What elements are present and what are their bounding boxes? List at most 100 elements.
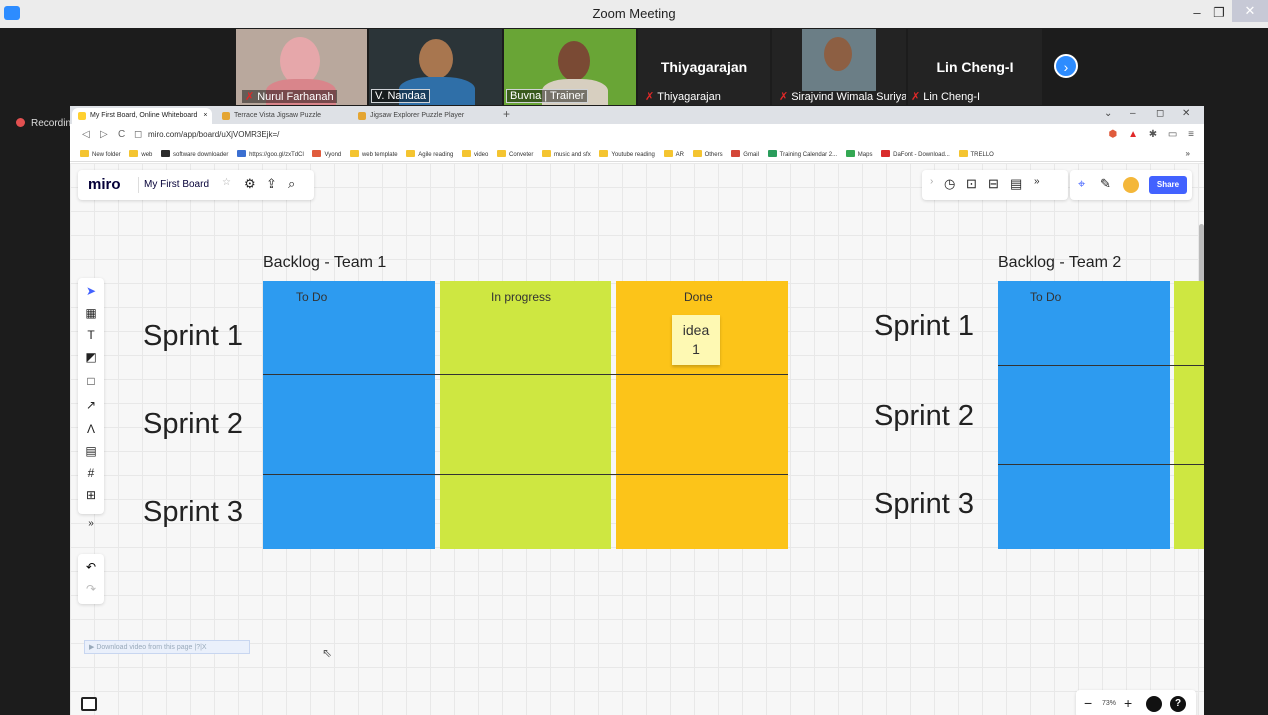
sidebar-icon[interactable]: ▭ xyxy=(1168,129,1177,140)
browser-minimize-button[interactable]: – xyxy=(1130,108,1136,119)
frame-title[interactable]: Backlog - Team 1 xyxy=(263,254,386,272)
tab-dropdown-icon[interactable]: ⌄ xyxy=(1104,108,1112,119)
bookmark-item[interactable]: Agile reading xyxy=(406,150,453,158)
extensions-icon[interactable]: ✱ xyxy=(1149,129,1157,140)
bookmark-item[interactable]: web template xyxy=(349,150,398,158)
miro-logo[interactable]: miro xyxy=(88,176,121,193)
fit-to-screen-icon[interactable] xyxy=(1146,696,1162,712)
reload-button[interactable]: C xyxy=(118,129,125,140)
browser-restore-button[interactable]: ◻ xyxy=(1156,108,1164,119)
browser-close-button[interactable]: ✕ xyxy=(1182,108,1190,119)
bookmark-item[interactable]: TRELLO xyxy=(958,150,994,158)
bookmark-item[interactable]: Conveter xyxy=(497,150,533,158)
more-tools-icon[interactable]: » xyxy=(78,518,104,529)
sticky-note[interactable]: idea 1 xyxy=(672,315,720,365)
menu-icon[interactable]: ≡ xyxy=(1188,129,1194,140)
settings-icon[interactable]: ⚙ xyxy=(244,176,256,192)
undo-icon[interactable]: ↶ xyxy=(78,560,104,574)
sprint-label[interactable]: Sprint 3 xyxy=(143,496,243,529)
more-bookmarks-icon[interactable]: » xyxy=(1186,149,1190,158)
zoom-in-button[interactable]: + xyxy=(1124,695,1132,711)
participant-tile[interactable]: V. Nandaa xyxy=(369,29,502,105)
tab-close-icon[interactable]: × xyxy=(203,112,207,119)
sprint-label[interactable]: Sprint 3 xyxy=(874,488,974,521)
frame-title[interactable]: Backlog - Team 2 xyxy=(998,254,1121,272)
avatar[interactable] xyxy=(1123,177,1139,193)
bookmark-item[interactable]: Youtube reading xyxy=(599,150,655,158)
bookmark-item[interactable]: software downloader xyxy=(161,150,228,158)
help-button[interactable]: ? xyxy=(1170,696,1186,712)
bookmark-item[interactable]: music and sfx xyxy=(542,150,591,158)
redo-icon[interactable]: ↷ xyxy=(78,582,104,596)
bookmark-item[interactable]: New folder xyxy=(80,150,121,158)
forward-button[interactable]: ▷ xyxy=(100,129,108,140)
in-progress-column[interactable] xyxy=(440,281,611,549)
bookmark-item[interactable]: web xyxy=(129,150,152,158)
sprint-label[interactable]: Sprint 1 xyxy=(143,320,243,353)
sidebar-panel-icon[interactable] xyxy=(81,697,97,711)
sticky-note-icon[interactable]: ◩ xyxy=(78,350,104,364)
comment-icon[interactable]: ⊟ xyxy=(988,176,999,192)
bookmark-page-icon[interactable]: ◻ xyxy=(134,129,142,140)
bookmark-item[interactable]: Gmail xyxy=(731,150,759,158)
pen-tool-icon[interactable]: Λ xyxy=(78,422,104,436)
todo-column[interactable] xyxy=(263,281,435,549)
screen-share-icon[interactable]: ⊡ xyxy=(966,176,977,192)
participant-name: Buvna | Trainer xyxy=(506,89,589,103)
participant-tile[interactable]: Buvna | Trainer xyxy=(504,29,636,105)
download-video-extension[interactable]: ▶ Download video from this page |?|X xyxy=(84,640,250,654)
zoom-out-button[interactable]: − xyxy=(1084,695,1092,711)
shape-tool-icon[interactable]: □ xyxy=(78,374,104,388)
expand-icon[interactable]: › xyxy=(930,176,933,187)
todo-column[interactable] xyxy=(998,281,1170,549)
address-bar: ◁ ▷ C ◻ miro.com/app/board/uXjVOMR3Ejk=/… xyxy=(70,124,1204,146)
zoom-level[interactable]: 73% xyxy=(1102,700,1116,707)
url-input[interactable]: miro.com/app/board/uXjVOMR3Ejk=/ xyxy=(148,130,279,139)
sprint-label[interactable]: Sprint 1 xyxy=(874,310,974,343)
next-participants-button[interactable]: › xyxy=(1054,54,1078,78)
bookmark-item[interactable]: https://goo.gl/zxTdCl xyxy=(237,150,304,158)
bookmark-item[interactable]: Training Calendar 2... xyxy=(767,150,837,158)
cursor-share-icon[interactable]: ⌖ xyxy=(1078,176,1085,192)
frame-tool-icon[interactable]: # xyxy=(78,466,104,480)
tab-terrace-vista[interactable]: Terrace Vista Jigsaw Puzzle xyxy=(216,108,348,124)
sprint-label[interactable]: Sprint 2 xyxy=(874,400,974,433)
select-tool-icon[interactable]: ➤ xyxy=(78,284,104,298)
notes-icon[interactable]: ▤ xyxy=(1010,176,1022,192)
new-tab-button[interactable]: + xyxy=(503,107,510,121)
connection-line-icon[interactable]: ↗ xyxy=(78,398,104,412)
timer-icon[interactable]: ◷ xyxy=(944,176,955,192)
tab-miro[interactable]: My First Board, Online Whiteboard × xyxy=(72,108,212,124)
bookmark-item[interactable]: DaFont - Download... xyxy=(881,150,950,158)
bookmark-item[interactable]: Vyond xyxy=(312,150,341,158)
participant-tile[interactable]: ✗ Nurul Farhanah xyxy=(236,29,367,105)
participant-tile[interactable]: Thiyagarajan ✗ Thiyagarajan xyxy=(638,29,770,105)
search-icon[interactable]: ⌕ xyxy=(288,176,295,192)
bookmark-item[interactable]: Others xyxy=(692,150,723,158)
rewards-icon[interactable]: ▲ xyxy=(1128,129,1138,140)
text-tool-icon[interactable]: T xyxy=(78,328,104,342)
sprint-label[interactable]: Sprint 2 xyxy=(143,408,243,441)
board-name[interactable]: My First Board xyxy=(144,179,209,190)
bookmark-item[interactable]: Maps xyxy=(845,150,872,158)
star-icon[interactable]: ☆ xyxy=(222,177,231,188)
back-button[interactable]: ◁ xyxy=(82,129,90,140)
maximize-button[interactable]: ❐ xyxy=(1208,5,1230,21)
tab-jigsaw-explorer[interactable]: Jigsaw Explorer Puzzle Player xyxy=(352,108,492,124)
templates-icon[interactable]: ▦ xyxy=(78,306,104,320)
bookmark-item[interactable]: AR xyxy=(663,150,684,158)
participant-tile[interactable]: Lin Cheng-I ✗ Lin Cheng-I xyxy=(908,29,1042,105)
participant-tile[interactable]: ✗ Sirajvind Wimala Suriya xyxy=(772,29,906,105)
in-progress-column[interactable] xyxy=(1174,281,1204,549)
reactions-icon[interactable]: ✎ xyxy=(1100,176,1111,192)
bookmark-item[interactable]: video xyxy=(462,150,488,158)
upload-tool-icon[interactable]: ⊞ xyxy=(78,488,104,502)
brave-shield-icon[interactable]: ⬢ xyxy=(1109,129,1118,140)
more-tools-icon[interactable]: » xyxy=(1034,176,1040,187)
folder-icon xyxy=(692,150,702,157)
close-button[interactable]: ✕ xyxy=(1232,0,1268,22)
minimize-button[interactable]: – xyxy=(1186,5,1208,20)
share-button[interactable]: Share xyxy=(1149,176,1187,194)
comment-tool-icon[interactable]: ▤ xyxy=(78,444,104,458)
upload-icon[interactable]: ⇪ xyxy=(266,176,277,192)
